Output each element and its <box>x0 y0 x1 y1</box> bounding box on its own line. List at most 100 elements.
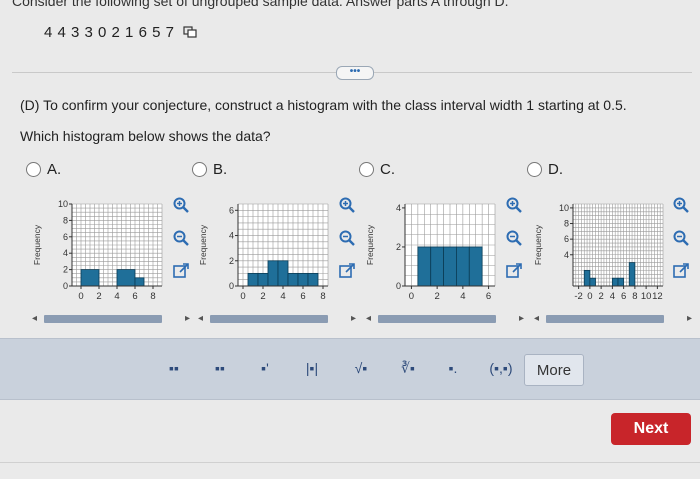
x-tick-label: 2 <box>434 291 439 302</box>
math-tool-button[interactable]: ▪▪ <box>154 352 194 384</box>
scrollbar-thumb[interactable] <box>378 315 496 323</box>
horizontal-scrollbar[interactable]: ◂ ▸ <box>366 312 524 326</box>
x-tick-label: 12 <box>652 291 663 302</box>
histogram-bar <box>277 260 289 287</box>
y-tick-label: 8 <box>564 219 569 229</box>
scroll-right-icon[interactable]: ▸ <box>351 313 356 324</box>
histogram-bar <box>589 277 596 287</box>
histogram-bar <box>307 272 319 287</box>
popout-icon[interactable] <box>672 262 692 280</box>
option-b[interactable]: B. <box>192 161 227 178</box>
option-b-label: B. <box>213 161 228 178</box>
math-tool-button[interactable]: ▪▪ <box>200 352 240 384</box>
x-tick-label: 4 <box>114 291 119 302</box>
radio-a[interactable] <box>26 162 41 177</box>
zoom-in-icon[interactable] <box>172 196 192 214</box>
option-c-label: C. <box>380 161 395 178</box>
zoom-in-icon[interactable] <box>338 196 358 214</box>
y-axis-label: Frequency <box>365 224 375 265</box>
math-tool-button[interactable]: ▪' <box>245 352 285 384</box>
x-tick-label: 0 <box>409 291 414 302</box>
dataset-values: 4 4 3 3 0 2 1 6 5 7 <box>44 24 175 41</box>
dataset: 4 4 3 3 0 2 1 6 5 7 <box>44 24 197 42</box>
bottom-divider <box>0 462 700 463</box>
copy-icon[interactable] <box>183 25 197 42</box>
x-tick-label: 4 <box>610 291 615 302</box>
scrollbar-thumb[interactable] <box>210 315 328 323</box>
x-tick-label: 6 <box>132 291 137 302</box>
scroll-right-icon[interactable]: ▸ <box>687 313 692 324</box>
x-tick-label: 10 <box>641 291 652 302</box>
zoom-out-icon[interactable] <box>672 229 692 247</box>
zoom-out-icon[interactable] <box>338 229 358 247</box>
expand-button[interactable]: ••• <box>336 66 374 80</box>
horizontal-scrollbar[interactable]: ◂ ▸ <box>534 312 692 326</box>
x-tick-label: 6 <box>300 291 305 302</box>
math-tool-button[interactable]: ▪. <box>433 352 473 384</box>
horizontal-scrollbar[interactable]: ◂ ▸ <box>198 312 356 326</box>
y-tick-label: 2 <box>63 265 68 275</box>
horizontal-scrollbar[interactable]: ◂ ▸ <box>32 312 190 326</box>
y-tick-label: 2 <box>229 256 234 266</box>
option-c[interactable]: C. <box>359 161 395 178</box>
y-tick-label: 4 <box>229 231 234 241</box>
histogram-bar <box>287 272 299 287</box>
math-tool-button[interactable]: ∛▪ <box>388 352 428 384</box>
x-tick-label: 0 <box>78 291 83 302</box>
zoom-in-icon[interactable] <box>672 196 692 214</box>
y-tick-label: 6 <box>63 232 68 242</box>
scrollbar-thumb[interactable] <box>546 315 664 323</box>
zoom-out-icon[interactable] <box>505 229 525 247</box>
question-prompt: Which histogram below shows the data? <box>20 128 271 144</box>
y-axis-label: Frequency <box>533 224 543 265</box>
histogram-bar <box>297 272 309 287</box>
option-d[interactable]: D. <box>527 161 563 178</box>
x-tick-label: 8 <box>150 291 155 302</box>
histogram-c: 0 2 4 6 0 2 4 Frequency <box>361 196 501 311</box>
popout-icon[interactable] <box>172 262 192 280</box>
y-tick-label: 4 <box>63 248 68 258</box>
histogram-bar <box>456 246 470 287</box>
histogram-b: 0 2 4 6 8 0 2 4 6 Frequency <box>194 196 334 311</box>
next-button[interactable]: Next <box>611 413 691 445</box>
histogram-bar <box>134 277 145 287</box>
popout-icon[interactable] <box>505 262 525 280</box>
y-tick-label: 0 <box>396 281 401 291</box>
option-a-label: A. <box>47 161 62 178</box>
y-tick-label: 10 <box>559 203 569 213</box>
scroll-left-icon[interactable]: ◂ <box>198 313 203 324</box>
math-tool-button[interactable]: |▪| <box>292 352 332 384</box>
histogram-bar <box>116 269 136 287</box>
x-tick-label: 0 <box>240 291 245 302</box>
histogram-bar <box>468 246 483 287</box>
math-tool-button[interactable]: √▪ <box>341 352 381 384</box>
x-tick-label: 2 <box>598 291 603 302</box>
x-tick-label: 8 <box>632 291 637 302</box>
scroll-right-icon[interactable]: ▸ <box>185 313 190 324</box>
zoom-out-icon[interactable] <box>172 229 192 247</box>
scroll-left-icon[interactable]: ◂ <box>534 313 539 324</box>
x-tick-label: 0 <box>587 291 592 302</box>
scroll-left-icon[interactable]: ◂ <box>32 313 37 324</box>
histogram-bar <box>628 262 636 287</box>
histogram-a: 0 2 4 6 8 0 2 4 6 8 10 Frequency <box>28 196 168 311</box>
scroll-right-icon[interactable]: ▸ <box>519 313 524 324</box>
more-button[interactable]: More <box>524 354 584 386</box>
histogram-bar <box>247 272 259 287</box>
y-axis-label: Frequency <box>32 224 42 265</box>
popout-icon[interactable] <box>338 262 358 280</box>
scroll-left-icon[interactable]: ◂ <box>366 313 371 324</box>
option-d-label: D. <box>548 161 563 178</box>
scrollbar-thumb[interactable] <box>44 315 162 323</box>
x-tick-label: 4 <box>280 291 285 302</box>
option-a[interactable]: A. <box>26 161 61 178</box>
math-tool-button[interactable]: (▪,▪) <box>481 352 521 384</box>
y-tick-label: 0 <box>63 281 68 291</box>
y-tick-label: 2 <box>396 242 401 252</box>
radio-b[interactable] <box>192 162 207 177</box>
histogram-bar <box>443 246 457 287</box>
radio-d[interactable] <box>527 162 542 177</box>
zoom-in-icon[interactable] <box>505 196 525 214</box>
x-tick-label: -2 <box>574 291 582 302</box>
radio-c[interactable] <box>359 162 374 177</box>
